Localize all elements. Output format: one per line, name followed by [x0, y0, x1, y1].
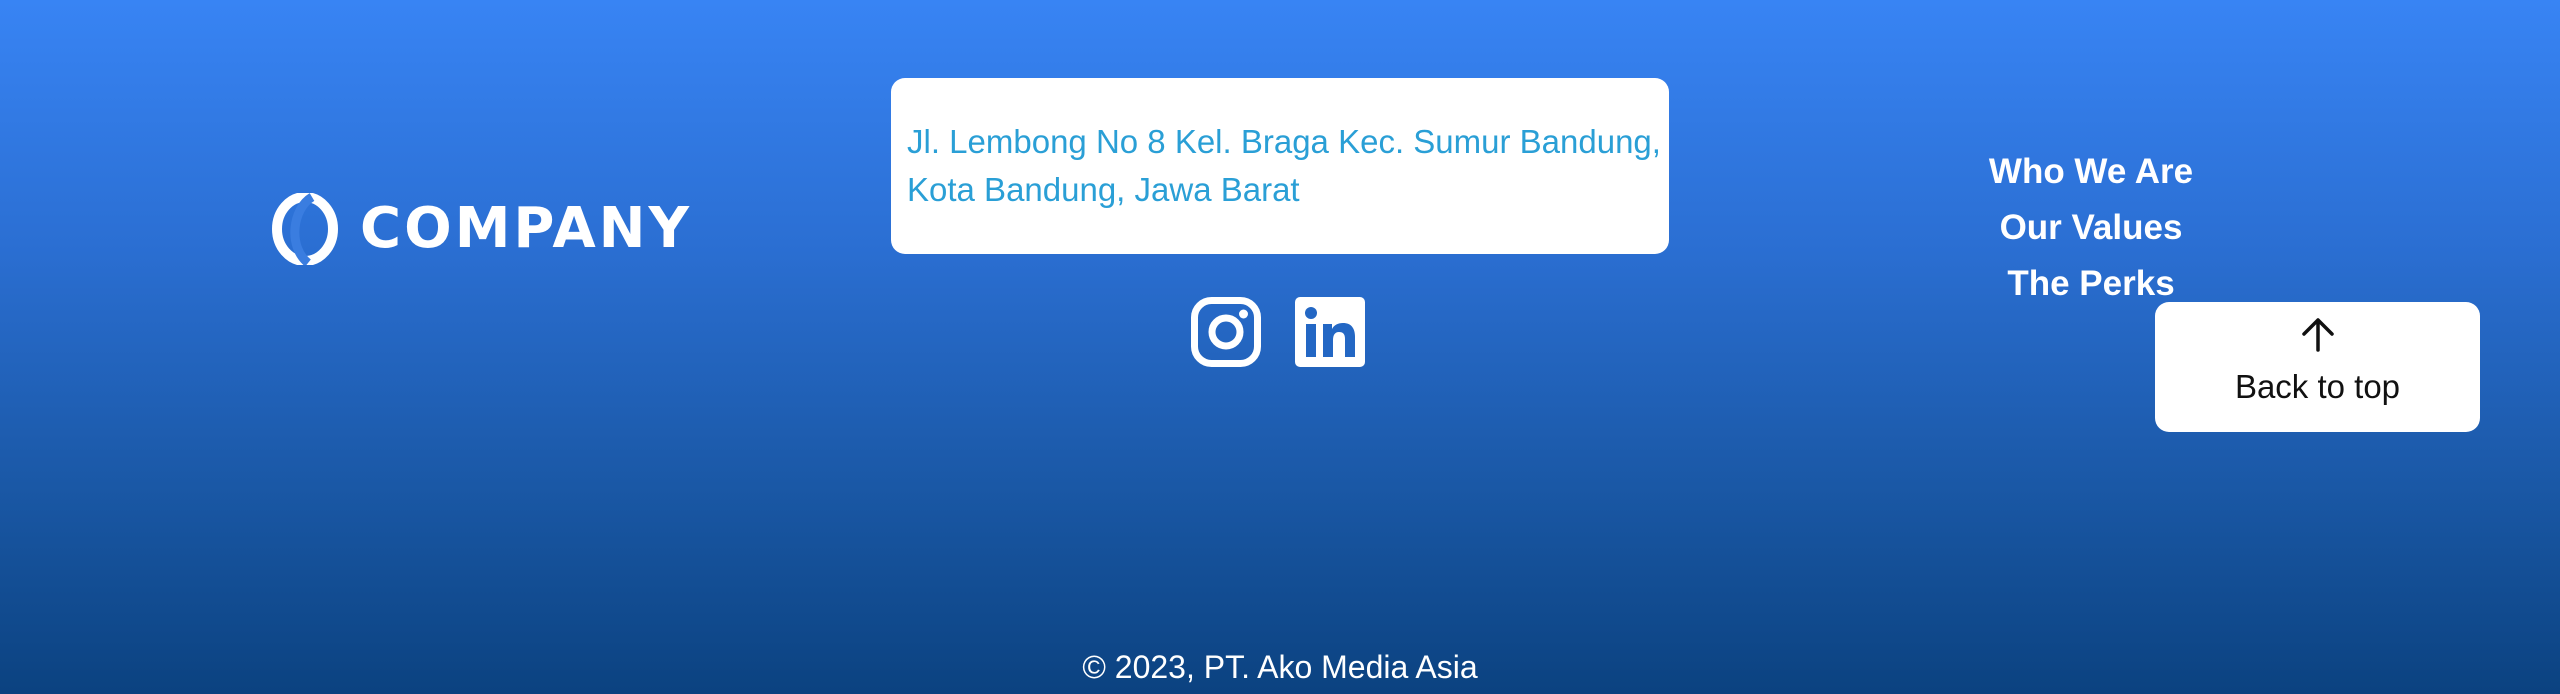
company-name: COMPANY: [360, 196, 693, 261]
back-to-top-label: Back to top: [2234, 368, 2401, 405]
back-to-top-button[interactable]: Back to top: [2155, 302, 2480, 432]
address-line-2: Kota Bandung, Jawa Barat: [907, 171, 1300, 208]
footer-nav: Who We Are Our Values The Perks: [1946, 144, 2236, 312]
arrow-up-icon: [2301, 318, 2334, 352]
linkedin-icon: [1295, 297, 1365, 367]
social-links: [1191, 297, 1365, 367]
instagram-link[interactable]: [1191, 297, 1261, 367]
nav-link-who-we-are[interactable]: Who We Are: [1946, 144, 2236, 200]
linkedin-link[interactable]: [1295, 297, 1365, 367]
copyright-text: © 2023, PT. Ako Media Asia: [1082, 649, 1478, 685]
company-logo-icon: [272, 193, 338, 265]
nav-link-our-values[interactable]: Our Values: [1946, 200, 2236, 256]
address-line-1: Jl. Lembong No 8 Kel. Braga Kec. Sumur B…: [907, 123, 1661, 160]
instagram-icon: [1191, 297, 1261, 367]
address-card: Jl. Lembong No 8 Kel. Braga Kec. Sumur B…: [891, 78, 1669, 254]
company-logo[interactable]: COMPANY: [272, 193, 692, 265]
